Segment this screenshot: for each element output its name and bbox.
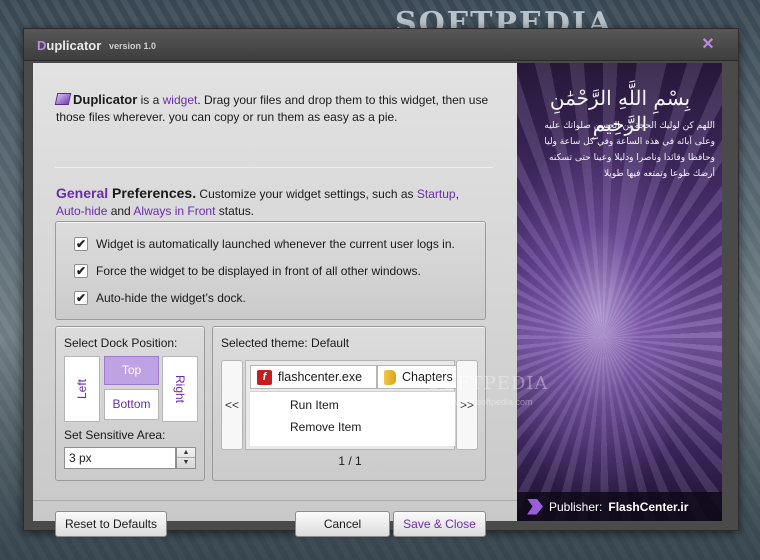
intro-text: Duplicator is a widget. Drag your files … [54, 91, 496, 126]
duplicator-logo-icon [54, 93, 72, 105]
dock-position-group: Select Dock Position: Left Top Bottom Ri… [55, 326, 205, 481]
dock-position-title: Select Dock Position: [64, 336, 178, 350]
dock-bottom-option[interactable]: Bottom [104, 389, 159, 420]
theme-tab-flashcenter-label: flashcenter.exe [278, 370, 363, 384]
publisher-label: Publisher: [549, 499, 603, 514]
theme-page-indicator: 1 / 1 [338, 454, 362, 468]
sensitive-area-stepper[interactable]: ▲ ▼ [176, 447, 196, 469]
prefs-text-1: Customize your widget settings, such as [196, 187, 417, 201]
intro-app-name: Duplicator [73, 92, 138, 107]
always-in-front-link[interactable]: Always in Front [133, 204, 215, 218]
preferences-heading: General Preferences. [56, 185, 196, 201]
close-icon[interactable]: ✕ [700, 37, 716, 53]
dock-right-option[interactable]: Right [162, 356, 198, 422]
preferences-heading-rest: Preferences. [108, 185, 197, 201]
overlay-watermark-url: www.softpedia.com [455, 397, 533, 407]
autohide-link[interactable]: Auto-hide [56, 204, 107, 218]
flash-icon: f [257, 369, 272, 385]
sensitive-area-label: Set Sensitive Area: [64, 428, 166, 442]
preferences-description: General Preferences. Customize your widg… [56, 185, 496, 220]
title-rest: uplicator [46, 38, 102, 53]
publisher-name: FlashCenter.ir [608, 499, 689, 514]
dock-top-option[interactable]: Top [104, 356, 159, 385]
selected-theme-label: Selected theme: Default [221, 336, 350, 350]
reset-defaults-button[interactable]: Reset to Defaults [55, 511, 167, 537]
verse-text: اللهم كن لوليك الحجة بن الحسن صلواتك علي… [544, 121, 715, 179]
theme-context-menu: Run Item Remove Item [250, 391, 455, 446]
autohide-option[interactable]: ✔ Auto-hide the widget’s dock. [74, 289, 246, 307]
autolaunch-label: Widget is automatically launched wheneve… [96, 237, 455, 251]
title-bar[interactable]: Duplicator version 1.0 ✕ [24, 29, 738, 61]
prefs-sep-1: , [455, 187, 459, 201]
cancel-button[interactable]: Cancel [295, 511, 390, 537]
always-front-checkbox[interactable]: ✔ [74, 264, 88, 278]
folder-icon [384, 369, 396, 385]
stepper-up-icon[interactable]: ▲ [177, 448, 195, 458]
prefs-text-2: and [107, 204, 134, 218]
dock-left-label: Left [75, 378, 89, 400]
autohide-label: Auto-hide the widget’s dock. [96, 291, 246, 305]
startup-link[interactable]: Startup [417, 187, 456, 201]
title-initial: D [37, 38, 47, 53]
prefs-text-3: status. [215, 204, 255, 218]
theme-preview: f flashcenter.exe Chapters Run Item Remo… [245, 360, 457, 450]
publisher-bar: Publisher: FlashCenter.ir [517, 492, 722, 521]
theme-prev-button[interactable]: << [221, 360, 243, 450]
remove-item-menu-item[interactable]: Remove Item [290, 420, 361, 434]
always-front-option[interactable]: ✔ Force the widget to be displayed in fr… [74, 262, 421, 280]
theme-group: Selected theme: Default << f flashcenter… [212, 326, 486, 481]
autolaunch-option[interactable]: ✔ Widget is automatically launched whene… [74, 235, 455, 253]
preferences-heading-general: General [56, 185, 109, 201]
autohide-checkbox[interactable]: ✔ [74, 291, 88, 305]
overlay-watermark: SOFTPEDIA [428, 373, 549, 394]
dock-left-option[interactable]: Left [64, 356, 100, 422]
startup-options-group: ✔ Widget is automatically launched whene… [55, 221, 486, 320]
save-close-button[interactable]: Save & Close [393, 511, 486, 537]
duplicator-window: Duplicator version 1.0 ✕ Duplicator is a… [23, 28, 739, 537]
publisher-artwork: بِسْمِ اللَّهِ الرَّحْمَٰنِ الرَّحِيمِ ا… [517, 63, 722, 521]
settings-panel: Duplicator is a widget. Drag your files … [33, 63, 517, 537]
always-front-label: Force the widget to be displayed in fron… [96, 264, 421, 278]
run-item-menu-item[interactable]: Run Item [290, 398, 339, 412]
widget-link[interactable]: widget [163, 93, 198, 107]
dock-right-label: Right [173, 374, 187, 404]
footer-divider [33, 500, 517, 501]
autolaunch-checkbox[interactable]: ✔ [74, 237, 88, 251]
sensitive-area-input[interactable] [64, 447, 176, 469]
divider [55, 167, 493, 168]
stepper-down-icon[interactable]: ▼ [177, 458, 195, 468]
intro-text-1: is a [137, 93, 163, 107]
theme-tab-flashcenter[interactable]: f flashcenter.exe [250, 365, 377, 389]
window-title: Duplicator [37, 38, 101, 53]
flashcenter-logo-icon [527, 498, 543, 515]
version-label: version 1.0 [109, 41, 157, 51]
